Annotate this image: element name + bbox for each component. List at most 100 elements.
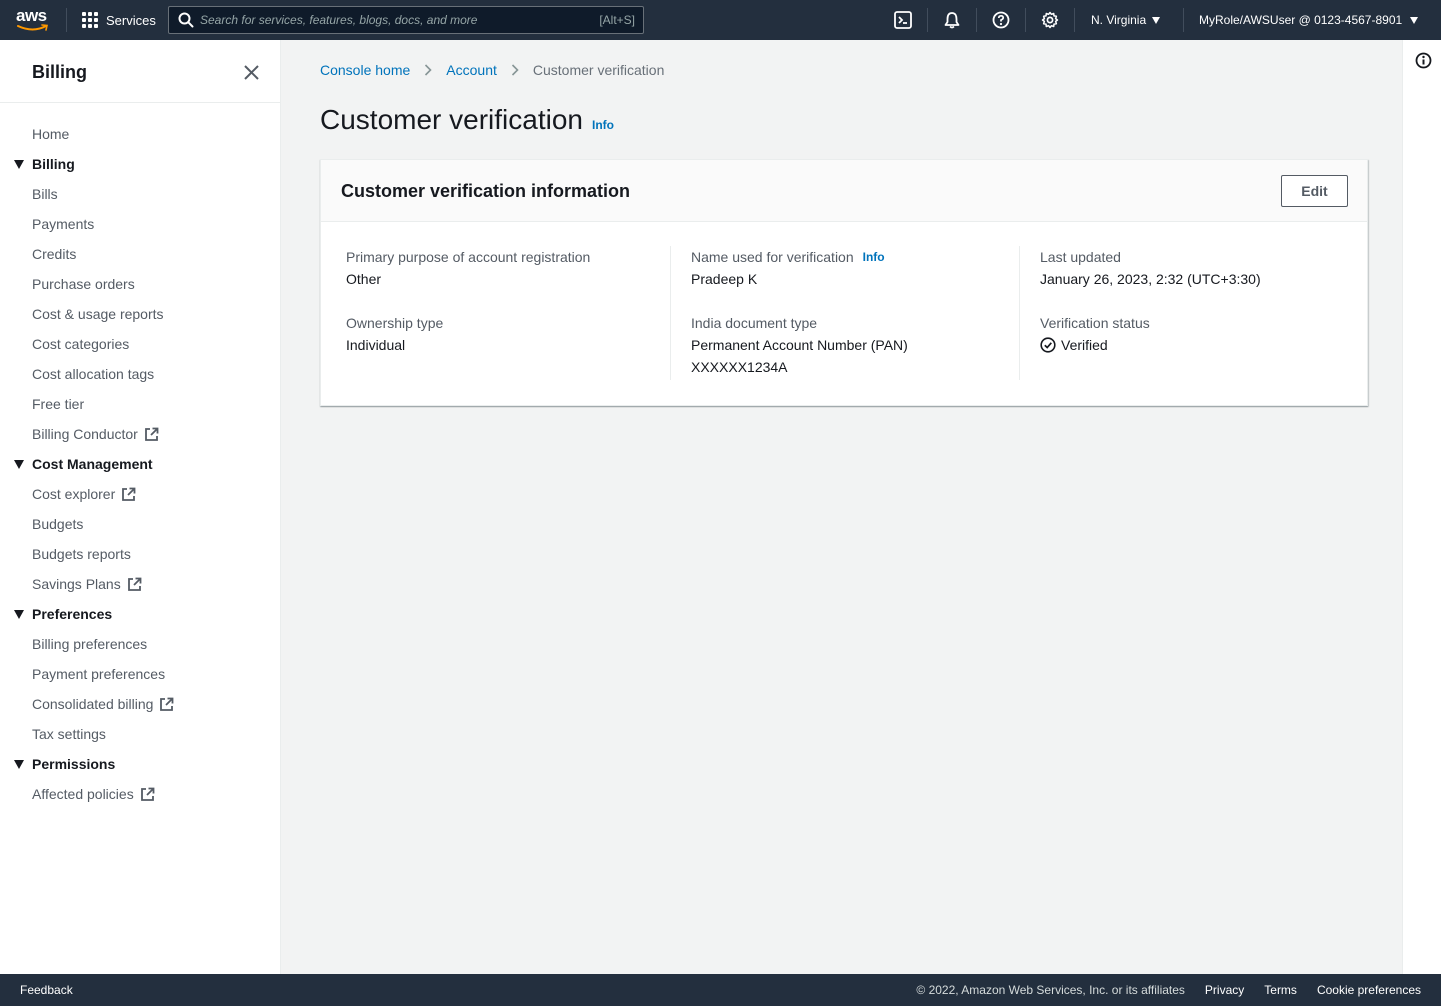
breadcrumb-current: Customer verification [532, 62, 665, 78]
field-last-updated: Last updated January 26, 2023, 2:32 (UTC… [1040, 246, 1359, 290]
sidebar-item-cost-categories[interactable]: Cost categories [0, 329, 280, 359]
field-name: Name used for verification Info Pradeep … [691, 246, 1020, 290]
sidebar: Billing Home Billing Bills Payments Credits P… [0, 40, 281, 974]
sidebar-item-label: Payment preferences [32, 666, 166, 682]
status-value: Verified [1061, 337, 1108, 353]
caret-down-icon[interactable] [14, 610, 24, 619]
sidebar-item-label: Cost categories [32, 336, 130, 352]
region-label: N. Virginia [1091, 13, 1147, 27]
feedback-link[interactable]: Feedback [20, 983, 73, 997]
sidebar-section-cost-management[interactable]: Cost Management [0, 449, 280, 479]
sidebar-item-payments[interactable]: Payments [0, 209, 280, 239]
sidebar-item-label: Payments [32, 216, 95, 232]
sidebar-title: Billing [32, 62, 87, 82]
sidebar-item-payment-preferences[interactable]: Payment preferences [0, 659, 280, 689]
sidebar-item-billing-conductor[interactable]: Billing Conductor [0, 419, 280, 449]
region-selector[interactable]: N. Virginia [1091, 0, 1161, 40]
sidebar-item-consolidated-billing[interactable]: Consolidated billing [0, 689, 280, 719]
sidebar-item-label: Preferences [32, 606, 113, 622]
bell-icon[interactable] [942, 10, 962, 30]
caret-down-icon[interactable] [14, 160, 24, 169]
sidebar-item-purchase-orders[interactable]: Purchase orders [0, 269, 280, 299]
page-title: Customer verification [320, 104, 583, 135]
sidebar-item-label: Affected policies [32, 786, 134, 802]
sidebar-section-permissions[interactable]: Permissions [0, 749, 280, 779]
breadcrumb-console-home[interactable]: Console home [320, 62, 410, 78]
sidebar-item-cost-explorer[interactable]: Cost explorer [0, 479, 280, 509]
sidebar-item-home[interactable]: Home [0, 119, 280, 149]
name-info-link[interactable]: Info [863, 246, 885, 268]
edit-button[interactable]: Edit [1281, 175, 1348, 207]
cookie-preferences-link[interactable]: Cookie preferences [1317, 983, 1421, 997]
sidebar-item-budgets-reports[interactable]: Budgets reports [0, 539, 280, 569]
sidebar-item-cost-usage-reports[interactable]: Cost & usage reports [0, 299, 280, 329]
sidebar-item-tax-settings[interactable]: Tax settings [0, 719, 280, 749]
nav-divider [976, 8, 977, 32]
sidebar-item-label: Billing preferences [32, 636, 148, 652]
sidebar-item-label: Free tier [32, 396, 85, 412]
caret-down-icon [1152, 16, 1161, 24]
sidebar-item-budgets[interactable]: Budgets [0, 509, 280, 539]
account-label: MyRole/AWSUser @ 0123-4567-8901 [1199, 13, 1403, 27]
sidebar-item-cost-allocation-tags[interactable]: Cost allocation tags [0, 359, 280, 389]
info-icon[interactable] [1415, 52, 1432, 69]
sidebar-item-credits[interactable]: Credits [0, 239, 280, 269]
field-document: India document type Permanent Account Nu… [691, 312, 1020, 378]
privacy-link[interactable]: Privacy [1205, 983, 1244, 997]
sidebar-item-savings-plans[interactable]: Savings Plans [0, 569, 280, 599]
sidebar-section-preferences[interactable]: Preferences [0, 599, 280, 629]
caret-down-icon[interactable] [14, 460, 24, 469]
sidebar-item-label: Cost explorer [32, 486, 116, 502]
nav-divider [66, 8, 67, 32]
external-link-icon [160, 697, 174, 711]
sidebar-section-billing[interactable]: Billing [0, 149, 280, 179]
terms-link[interactable]: Terms [1264, 983, 1297, 997]
sidebar-item-affected-policies[interactable]: Affected policies [0, 779, 280, 809]
field-label: Verification status [1040, 315, 1150, 331]
breadcrumb-account[interactable]: Account [446, 62, 497, 78]
field-label: Ownership type [346, 315, 444, 331]
account-menu[interactable]: MyRole/AWSUser @ 0123-4567-8901 [1199, 0, 1419, 40]
sidebar-item-label: Consolidated billing [32, 696, 154, 712]
sidebar-item-billing-preferences[interactable]: Billing preferences [0, 629, 280, 659]
services-menu-button[interactable]: Services [82, 0, 156, 40]
gear-icon[interactable] [1040, 10, 1060, 30]
sidebar-item-label: Savings Plans [32, 576, 121, 592]
sidebar-item-label: Billing Conductor [32, 426, 138, 442]
cloudshell-icon[interactable] [893, 10, 913, 30]
status-verified: Verified [1040, 334, 1359, 356]
caret-down-icon[interactable] [14, 760, 24, 769]
search-input[interactable] [200, 13, 580, 27]
close-icon[interactable] [243, 64, 260, 81]
search-bar[interactable]: [Alt+S] [168, 6, 644, 34]
sidebar-item-label: Purchase orders [32, 276, 135, 292]
chevron-right-icon [511, 64, 519, 76]
field-label: India document type [691, 315, 818, 331]
sidebar-item-label: Bills [32, 186, 58, 202]
column-registration: Primary purpose of account registration … [346, 246, 671, 380]
field-value: Pradeep K [691, 271, 758, 287]
check-circle-icon [1040, 337, 1056, 353]
field-label: Primary purpose of account registration [346, 249, 591, 265]
nav-divider [1183, 8, 1184, 32]
sidebar-item-label: Home [32, 126, 70, 142]
aws-logo[interactable]: aws [16, 7, 50, 32]
sidebar-item-bills[interactable]: Bills [0, 179, 280, 209]
field-label-row: Name used for verification Info [691, 246, 1020, 268]
page-header: Customer verification Info [320, 104, 614, 136]
page-info-link[interactable]: Info [592, 118, 614, 132]
field-value: Permanent Account Number (PAN) [691, 337, 908, 353]
external-link-icon [144, 427, 159, 441]
footer-links: © 2022, Amazon Web Services, Inc. or its… [916, 983, 1421, 997]
breadcrumb: Console home Account Customer verificati… [320, 62, 664, 78]
sidebar-item-label: Cost allocation tags [32, 366, 155, 382]
column-identity: Name used for verification Info Pradeep … [670, 246, 1020, 380]
sidebar-item-free-tier[interactable]: Free tier [0, 389, 280, 419]
field-value: January 26, 2023, 2:32 (UTC+3:30) [1040, 271, 1261, 287]
panel-title: Customer verification information [341, 181, 631, 201]
top-navigation: aws Services [Alt+S] [0, 0, 1441, 40]
sidebar-item-label: Tax settings [32, 726, 106, 742]
sidebar-item-label: Cost Management [32, 456, 153, 472]
sidebar-item-label: Budgets reports [32, 546, 131, 562]
help-icon[interactable] [991, 10, 1011, 30]
